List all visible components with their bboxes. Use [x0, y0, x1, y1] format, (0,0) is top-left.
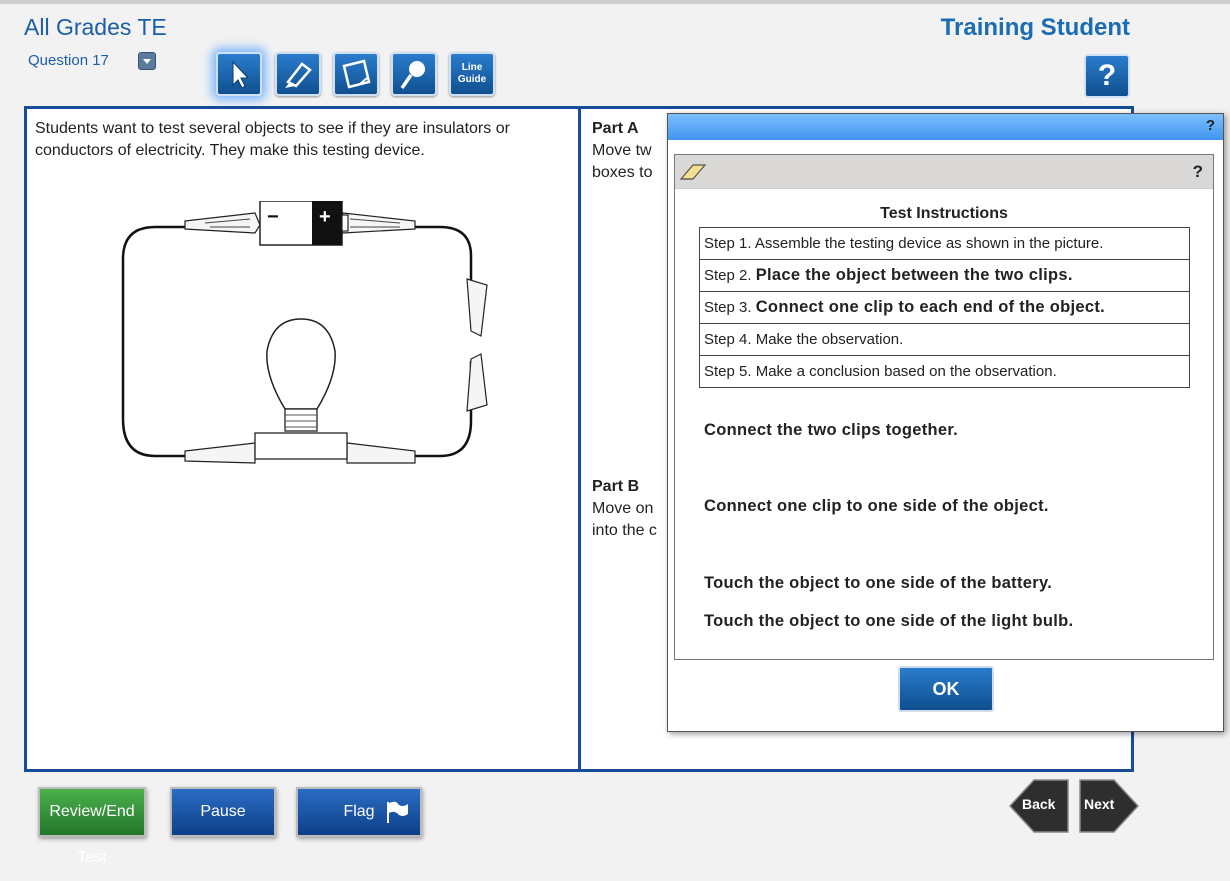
step-text: Make a conclusion based on the observati…	[755, 363, 1057, 380]
app-title: All Grades TE	[24, 14, 167, 40]
step-number: Step 3.	[704, 299, 752, 316]
pause-button[interactable]: Pause	[170, 787, 276, 837]
highlighter-icon	[285, 62, 312, 88]
step-text: Make the observation.	[755, 331, 904, 348]
part-b: Part B Move on into the c	[592, 476, 657, 542]
step-number: Step 4.	[704, 331, 752, 348]
step-cell: Step 3. Connect one clip to each end of …	[699, 291, 1190, 324]
pointer-tool-button[interactable]	[216, 52, 262, 96]
step-row: Step 5. Make a conclusion based on the o…	[699, 355, 1190, 388]
eraser-icon[interactable]	[679, 161, 707, 183]
step-text: Place the object between the two clips.	[755, 266, 1073, 284]
review-end-test-button[interactable]: Review/End Test	[38, 787, 146, 866]
dialog-inner-help-button[interactable]: ?	[1193, 162, 1203, 182]
step-number: Step 2.	[704, 267, 752, 284]
dialog-toolbar: ?	[675, 155, 1213, 189]
ok-button[interactable]: OK	[898, 666, 994, 712]
test-instructions-dialog: ? ? Test Instructions Step 1. Assemble t…	[667, 113, 1224, 732]
flag-label: Flag	[343, 803, 375, 820]
pointer-icon	[232, 60, 250, 89]
help-button[interactable]: ?	[1084, 54, 1130, 98]
notepad-tool-button[interactable]	[333, 52, 379, 96]
passage-text: Students want to test several objects to…	[35, 120, 510, 159]
step-row: Step 1. Assemble the testing device as s…	[699, 227, 1190, 260]
step-cell: Step 5. Make a conclusion based on the o…	[699, 355, 1190, 388]
part-b-text-line2: into the c	[592, 522, 657, 539]
step-row: Step 3. Connect one clip to each end of …	[699, 291, 1190, 324]
step-text: Connect one clip to each end of the obje…	[755, 298, 1106, 316]
dialog-content-panel: ? Test Instructions Step 1. Assemble the…	[674, 154, 1214, 660]
circuit-diagram: − +	[121, 201, 488, 464]
step-cell: Step 2. Place the object between the two…	[699, 259, 1190, 292]
flag-button[interactable]: Flag	[296, 787, 422, 837]
option-connect-one-clip[interactable]: Connect one clip to one side of the obje…	[704, 497, 1049, 516]
battery-plus-label: +	[319, 206, 331, 228]
top-border	[0, 0, 1230, 4]
step-row: Step 4. Make the observation.	[699, 323, 1190, 356]
battery-minus-label: −	[267, 206, 279, 228]
line-guide-button[interactable]: Line Guide	[449, 52, 495, 96]
part-b-title: Part B	[592, 478, 640, 495]
step-number: Step 5.	[704, 363, 752, 380]
question-number: Question 17	[28, 52, 109, 69]
highlighter-tool-button[interactable]	[275, 52, 321, 96]
option-connect-clips[interactable]: Connect the two clips together.	[704, 421, 958, 440]
option-touch-bulb[interactable]: Touch the object to one side of the ligh…	[704, 612, 1073, 631]
student-name: Training Student	[940, 14, 1130, 41]
dialog-titlebar[interactable]: ?	[668, 114, 1223, 140]
line-guide-label-line: Line	[461, 62, 483, 73]
next-button[interactable]: Next	[1078, 778, 1140, 839]
magnifier-tool-button[interactable]	[391, 52, 437, 96]
back-label: Back	[1022, 796, 1056, 812]
step-number: Step 1.	[704, 235, 752, 252]
part-b-text-line1: Move on	[592, 500, 654, 517]
question-passage-panel: Students want to test several objects to…	[27, 109, 581, 769]
magnifier-icon	[400, 61, 425, 89]
dialog-help-button[interactable]: ?	[1206, 117, 1215, 134]
step-cell: Step 4. Make the observation.	[699, 323, 1190, 356]
option-touch-battery[interactable]: Touch the object to one side of the batt…	[704, 574, 1052, 593]
back-button[interactable]: Back	[1008, 778, 1070, 839]
notepad-icon	[342, 59, 371, 89]
step-row: Step 2. Place the object between the two…	[699, 259, 1190, 292]
steps-table: Step 1. Assemble the testing device as s…	[699, 227, 1190, 388]
step-text: Assemble the testing device as shown in …	[754, 235, 1104, 252]
question-dropdown-button[interactable]	[138, 52, 156, 70]
step-cell: Step 1. Assemble the testing device as s…	[699, 227, 1190, 260]
flag-icon	[387, 801, 408, 823]
next-label: Next	[1084, 796, 1115, 812]
instructions-title: Test Instructions	[880, 205, 1008, 222]
line-guide-label-guide: Guide	[457, 74, 487, 85]
